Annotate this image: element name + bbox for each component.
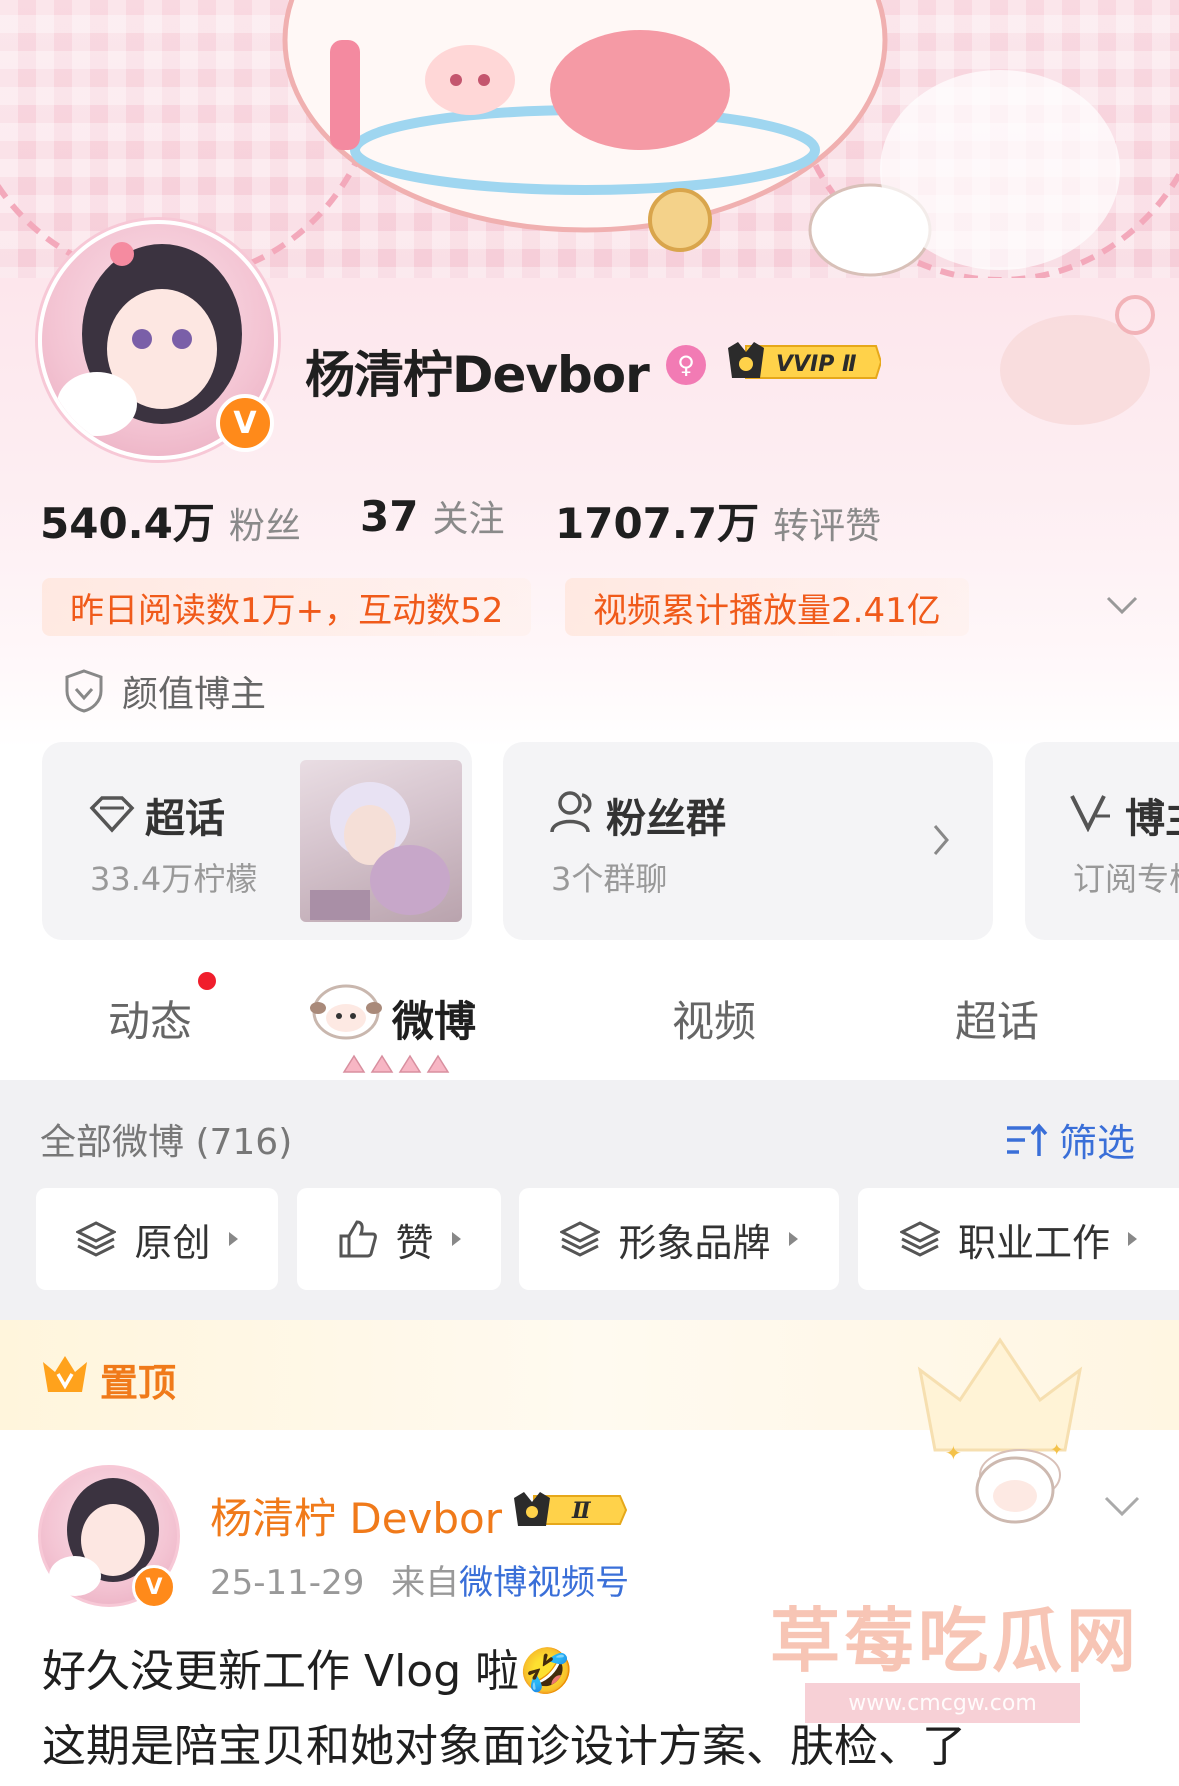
triangle-right-icon [788, 1232, 798, 1246]
post-author-name[interactable]: 杨清柠 Devbor [210, 1485, 502, 1546]
watermark-text: 草莓吃瓜网 [770, 1600, 1140, 1682]
post-verified-badge: V [132, 1565, 176, 1609]
card-title: 博主 [1125, 796, 1179, 842]
thumbs-up-icon [337, 1220, 378, 1258]
svg-text:✦: ✦ [945, 1441, 962, 1465]
layers-icon [76, 1221, 117, 1257]
chip-likes[interactable]: 赞 [297, 1188, 501, 1290]
vip-crown-badge[interactable]: Ⅱ [512, 1490, 627, 1530]
chip-label: 形象品牌 [618, 1220, 771, 1265]
tab-video[interactable]: 视频 [672, 988, 756, 1049]
stat-interactions[interactable]: 1707.7万 转评赞 [555, 490, 881, 551]
triangle-right-icon [1128, 1232, 1137, 1246]
post-menu-chevron-icon[interactable] [1102, 1492, 1142, 1520]
profile-name: 杨清柠Devbor [305, 346, 650, 404]
certification-label: 颜值博主 [122, 674, 267, 715]
post-meta: 25-11-29 来自微博视频号 [210, 1555, 629, 1604]
stat-value: 37 [360, 492, 419, 541]
video-play-tag[interactable]: 视频累计播放量2.41亿 [565, 578, 969, 636]
chip-label: 赞 [395, 1220, 434, 1265]
chip-career-work[interactable]: 职业工作 [858, 1188, 1179, 1290]
all-weibo-count: 全部微博 (716) [40, 1122, 293, 1163]
filter-label: 筛选 [1059, 1121, 1136, 1165]
card-subtitle: 订阅专栏 [1073, 860, 1179, 898]
notification-dot [198, 972, 216, 990]
card-subtitle: 3个群聊 [551, 860, 668, 898]
sheep-sticker-icon: ✦ ✦ [945, 1440, 1063, 1524]
chip-brand-image[interactable]: 形象品牌 [519, 1188, 839, 1290]
stat-value: 1707.7万 [555, 499, 760, 548]
chip-label: 职业工作 [957, 1220, 1110, 1265]
card-title: 粉丝群 [606, 796, 726, 842]
stat-following[interactable]: 37 关注 [360, 490, 504, 542]
chip-original[interactable]: 原创 [36, 1188, 278, 1290]
vvip-label: VVIP Ⅱ [776, 352, 857, 377]
chevron-down-icon[interactable] [1104, 590, 1140, 620]
blogger-v-icon [1070, 795, 1110, 832]
card-title: 超话 [145, 796, 225, 842]
stat-label: 关注 [432, 499, 505, 540]
cake-decoration-icon [1000, 295, 1155, 425]
group-icon [550, 791, 592, 833]
blogger-card[interactable]: 博主 订阅专栏 [1025, 742, 1179, 940]
photo-image [310, 782, 450, 920]
triangle-right-icon [228, 1232, 238, 1246]
post-from-prefix: 来自 [391, 1563, 460, 1603]
stat-followers[interactable]: 540.4万 粉丝 [40, 490, 301, 551]
layers-icon [560, 1221, 601, 1257]
chip-label: 原创 [134, 1220, 211, 1265]
filter-icon [1007, 1122, 1048, 1156]
tab-dynamic[interactable]: 动态 [108, 988, 192, 1049]
filter-button[interactable]: 筛选 [1005, 1112, 1135, 1167]
tab-supertopic[interactable]: 超话 [955, 988, 1039, 1049]
stat-label: 粉丝 [228, 506, 301, 547]
tab-weibo[interactable]: 微博 [392, 988, 476, 1049]
post-source-link[interactable]: 微博视频号 [459, 1563, 629, 1603]
triangle-right-icon [451, 1232, 461, 1246]
watermark-url: www.cmcgw.com [805, 1683, 1080, 1723]
vvip-badge[interactable]: VVIP Ⅱ [726, 340, 881, 384]
stat-label: 转评赞 [773, 506, 882, 547]
certification[interactable]: 颜值博主 [64, 665, 266, 717]
fan-group-card[interactable]: 粉丝群 3个群聊 [503, 742, 993, 940]
pinned-label: 置顶 [100, 1361, 177, 1405]
card-subtitle: 33.4万柠檬 [90, 860, 258, 898]
shield-icon [65, 669, 103, 713]
reading-tag[interactable]: 昨日阅读数1万+，互动数52 [42, 578, 532, 636]
profile-avatar[interactable]: V [28, 210, 278, 460]
vip-level-label: Ⅱ [571, 1498, 592, 1524]
layers-icon [899, 1221, 940, 1257]
svg-text:✦: ✦ [1050, 1440, 1063, 1459]
chevron-right-icon [933, 825, 949, 855]
post-date: 25-11-29 [210, 1563, 365, 1603]
verified-badge: V [216, 394, 274, 452]
post-text-line1: 好久没更新工作 Vlog 啦🤣 [42, 1646, 574, 1697]
supertopic-card[interactable]: 超话 33.4万柠檬 [42, 742, 472, 940]
sheep-tab-icon [310, 984, 382, 1040]
diamond-icon [89, 796, 135, 833]
crown-icon [43, 1356, 87, 1392]
tab-indicator-cakes-icon [342, 1054, 450, 1073]
stat-value: 540.4万 [40, 499, 215, 548]
female-icon: ♀ [666, 345, 706, 385]
supertopic-photo [300, 760, 462, 922]
